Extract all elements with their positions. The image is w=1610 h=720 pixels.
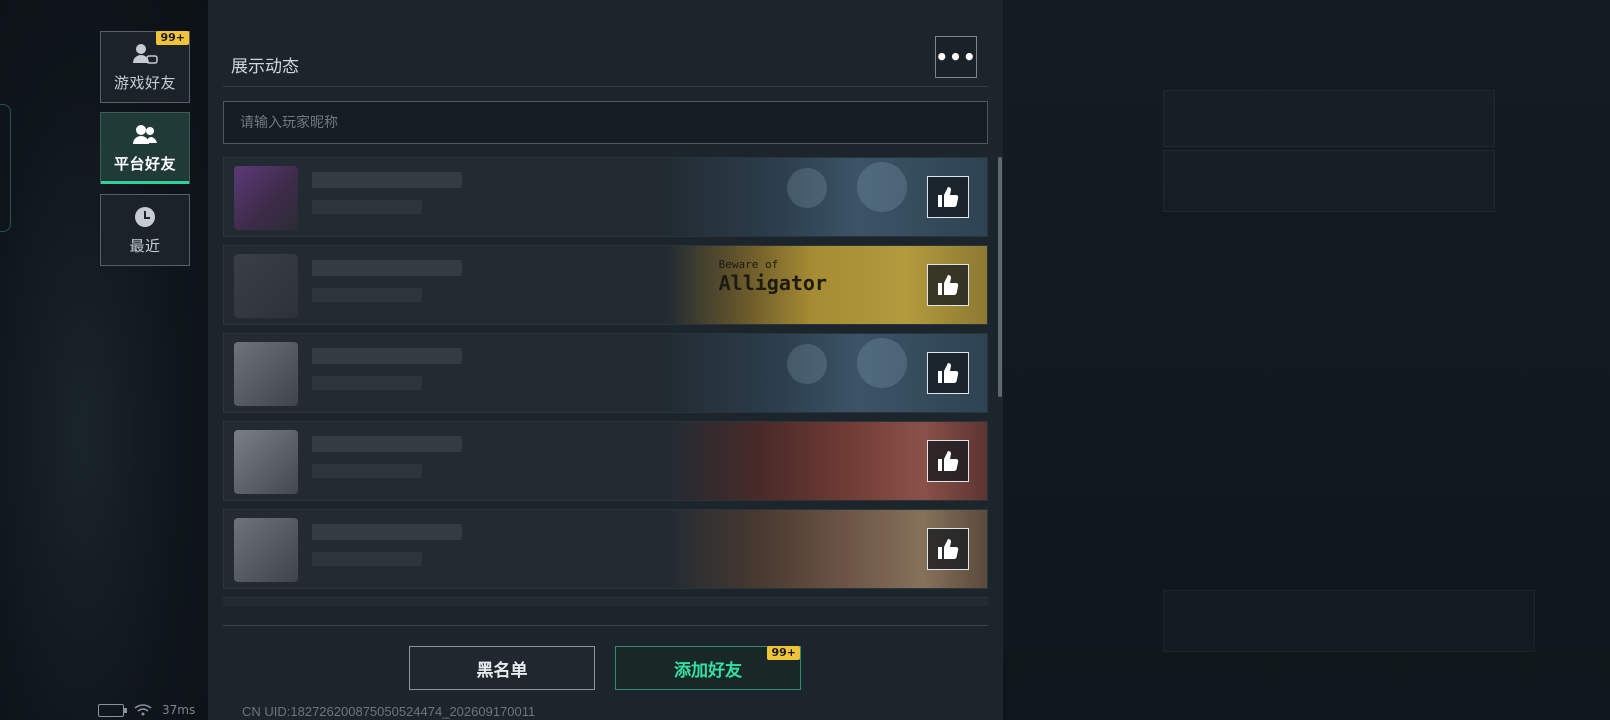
like-button[interactable] [927, 352, 969, 394]
avatar [234, 430, 298, 494]
ghost-card [1163, 590, 1535, 652]
tab-platform-friends[interactable]: 平台好友 [100, 112, 190, 184]
notification-badge: 99+ [156, 31, 189, 45]
avatar [234, 518, 298, 582]
player-search-input[interactable] [223, 101, 988, 144]
tab-recent[interactable]: 最近 [100, 194, 190, 266]
list-item[interactable] [223, 157, 988, 237]
list-item-partial [223, 597, 988, 606]
active-indicator [101, 181, 189, 184]
panel-title: 展示动态 [231, 57, 299, 77]
friends-panel: 展示动态 ••• Beware of [208, 0, 1003, 720]
avatar [234, 166, 298, 230]
status-bar: 37ms [98, 703, 195, 717]
list-item[interactable] [223, 421, 988, 501]
list-item[interactable] [223, 333, 988, 413]
thumbs-up-icon [938, 451, 959, 471]
background-left [0, 0, 208, 720]
player-name-blurred [312, 436, 462, 452]
avatar [234, 342, 298, 406]
tab-label: 平台好友 [113, 154, 176, 173]
like-button[interactable] [927, 176, 969, 218]
divider [223, 86, 988, 87]
wifi-icon [134, 704, 152, 716]
player-status-blurred [312, 288, 422, 302]
banner-title: Alligator [718, 271, 827, 295]
player-status-blurred [312, 376, 422, 390]
player-name-blurred [312, 524, 462, 540]
side-bracket [0, 104, 11, 232]
player-name-blurred [312, 348, 462, 364]
notification-badge: 99+ [767, 646, 800, 660]
player-name-blurred [312, 260, 462, 276]
banner-art [787, 168, 827, 208]
tab-label: 最近 [129, 236, 161, 255]
latency-text: 37ms [162, 703, 196, 717]
list-item[interactable]: Beware of Alligator [223, 245, 988, 325]
banner-art [787, 344, 827, 384]
ghost-card [1163, 150, 1495, 212]
thumbs-up-icon [938, 187, 959, 207]
ghost-card [1163, 90, 1495, 147]
thumbs-up-icon [938, 275, 959, 295]
background-game-screen [1003, 0, 1610, 720]
more-options-button[interactable]: ••• [935, 36, 977, 78]
thumbs-up-icon [938, 539, 959, 559]
platform-friends-icon [133, 124, 157, 144]
tab-game-friends[interactable]: 游戏好友 99+ [100, 31, 190, 103]
add-friend-button[interactable]: 添加好友 99+ [615, 646, 801, 690]
like-button[interactable] [927, 528, 969, 570]
blacklist-button[interactable]: 黑名单 [409, 646, 595, 690]
like-button[interactable] [927, 264, 969, 306]
tab-label: 游戏好友 [113, 73, 176, 92]
banner-art [857, 162, 907, 212]
player-status-blurred [312, 552, 422, 566]
divider [223, 625, 988, 626]
banner-art [857, 338, 907, 388]
player-status-blurred [312, 464, 422, 478]
game-friends-icon [133, 43, 158, 64]
user-uid: CN UID:1827262008750505244​74_2026091700… [242, 704, 536, 719]
list-scrollbar[interactable] [998, 157, 1002, 397]
player-status-blurred [312, 200, 422, 214]
banner-text: Beware of Alligator [718, 256, 827, 295]
player-name-blurred [312, 172, 462, 188]
like-button[interactable] [927, 440, 969, 482]
add-friend-label: 添加好友 [674, 660, 742, 681]
list-item[interactable] [223, 509, 988, 589]
avatar [234, 254, 298, 318]
friend-list[interactable]: Beware of Alligator [223, 157, 998, 604]
clock-icon [135, 206, 155, 227]
thumbs-up-icon [938, 363, 959, 383]
battery-charging-icon [98, 703, 127, 717]
